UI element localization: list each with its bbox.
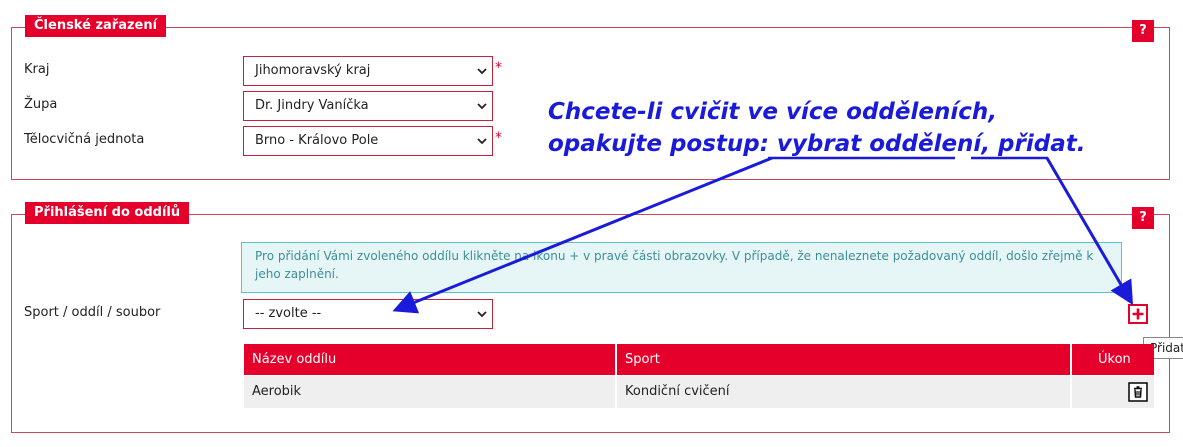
arrow-to-plus <box>1045 157 1134 306</box>
arrow-to-select <box>392 156 773 314</box>
annotation-arrows <box>392 156 1134 314</box>
